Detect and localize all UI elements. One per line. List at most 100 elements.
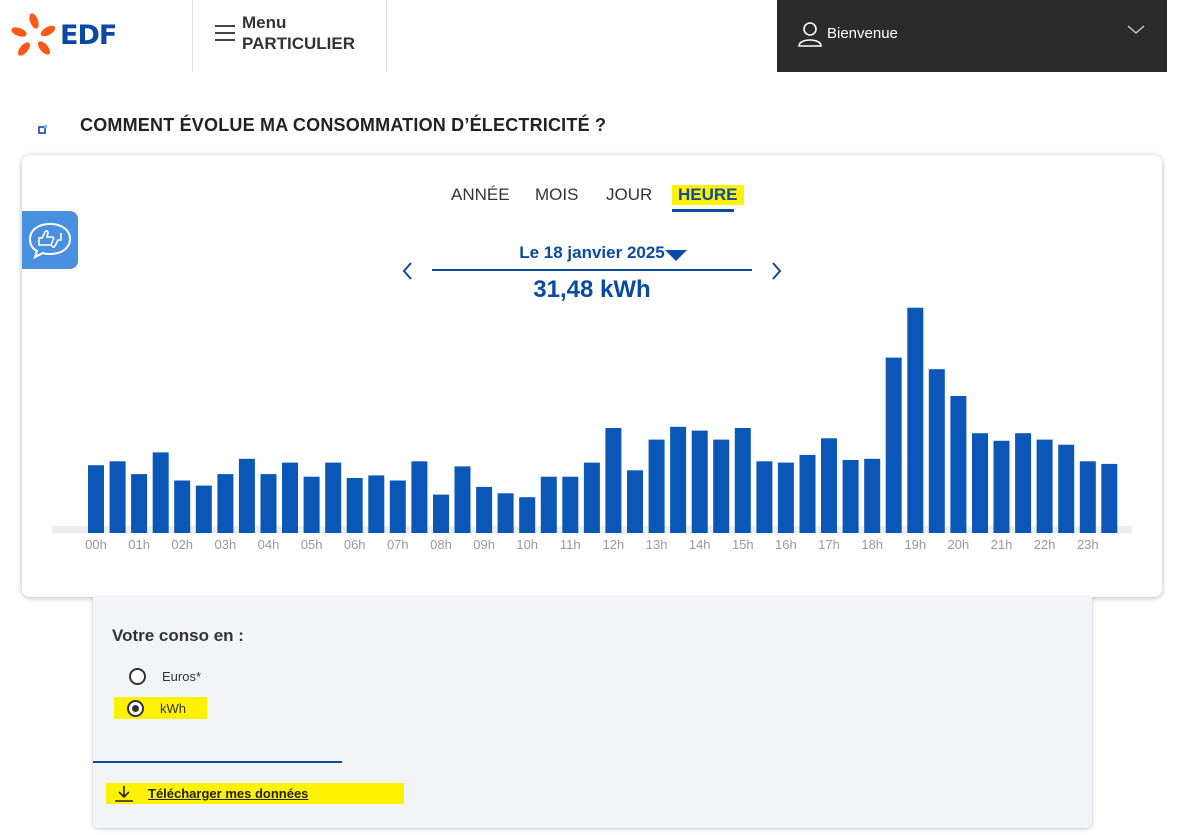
account-menu[interactable]: Bienvenue (777, 0, 1167, 72)
chart-bar[interactable] (734, 428, 751, 533)
chart-bar[interactable] (282, 462, 298, 533)
edf-logo-flower-icon (11, 13, 56, 56)
radio-euros-label: Euros* (162, 668, 202, 684)
x-tick-label: 14h (689, 537, 711, 552)
x-tick-label: 04h (258, 537, 280, 552)
chart-bar[interactable] (756, 461, 773, 533)
chart-bar[interactable] (174, 480, 191, 534)
x-tick-label: 16h (775, 537, 797, 552)
x-tick-label: 06h (344, 537, 366, 552)
chart-bar[interactable] (1015, 433, 1032, 533)
chart-bar[interactable] (540, 476, 557, 533)
edf-logo[interactable]: EDF (10, 10, 120, 60)
chart-bar[interactable] (799, 454, 816, 533)
chart-section-icon (38, 125, 47, 134)
x-tick-label: 10h (516, 537, 538, 552)
chart-bar[interactable] (260, 474, 277, 533)
chart-bar[interactable] (109, 461, 126, 533)
chart-bar[interactable] (88, 465, 104, 533)
account-label: Bienvenue (827, 25, 898, 42)
chart-bar[interactable] (1101, 463, 1118, 533)
x-tick-label: 18h (861, 537, 883, 552)
thumbs-feedback-icon (28, 222, 72, 259)
consumption-chart-card: ANNÉE MOIS JOUR HEURE Le 18 janvier 2025… (22, 155, 1162, 597)
page-title: COMMENT ÉVOLUE MA CONSOMMATION D’ÉLECTRI… (80, 115, 607, 135)
chevron-down-icon[interactable] (1127, 24, 1145, 36)
chart-bar[interactable] (238, 458, 255, 533)
chart-bar[interactable] (346, 478, 363, 533)
x-tick-label: 05h (301, 537, 323, 552)
chart-bar[interactable] (907, 307, 924, 533)
chart-bar[interactable] (195, 485, 212, 533)
chart-bar[interactable] (433, 494, 449, 533)
chart-bar[interactable] (842, 460, 859, 533)
chart-bar[interactable] (928, 369, 945, 533)
chart-bar[interactable] (152, 452, 169, 533)
unit-option-euros[interactable]: Euros* (116, 665, 201, 687)
download-data-link[interactable]: Télécharger mes données (106, 783, 404, 804)
chart-bar[interactable] (1079, 461, 1096, 533)
chart-bar[interactable] (605, 428, 622, 533)
chart-bar[interactable] (217, 474, 234, 533)
chart-bar[interactable] (562, 476, 579, 533)
x-tick-label: 07h (387, 537, 409, 552)
user-icon (798, 22, 822, 47)
chart-bar[interactable] (950, 396, 967, 533)
chart-bar[interactable] (303, 476, 320, 533)
x-tick-label: 02h (171, 537, 193, 552)
menu-sublabel: PARTICULIER (242, 34, 356, 53)
options-divider (93, 761, 342, 763)
download-label: Télécharger mes données (148, 786, 309, 801)
chart-bar[interactable] (691, 430, 708, 533)
radio-kwh-label: kWh (160, 700, 186, 716)
chart-bar[interactable] (389, 480, 406, 534)
feedback-button[interactable] (22, 211, 78, 269)
chart-bar[interactable] (497, 493, 514, 533)
x-tick-label: 08h (430, 537, 452, 552)
chart-bar[interactable] (583, 462, 600, 533)
chart-bar[interactable] (131, 474, 148, 533)
radio-kwh[interactable] (127, 699, 144, 717)
radio-euros[interactable] (129, 667, 146, 685)
site-header: EDF Menu PARTICULIER Bienvenue (0, 0, 1177, 72)
chart-bar[interactable] (454, 466, 471, 533)
chart-bar[interactable] (993, 440, 1010, 533)
x-tick-label: 00h (85, 537, 107, 552)
logo-text: EDF (60, 19, 117, 51)
chart-bar[interactable] (411, 461, 428, 533)
menu-label: Menu (242, 13, 287, 32)
chart-bar[interactable] (670, 426, 687, 533)
x-tick-label: 15h (732, 537, 754, 552)
chart-bar[interactable] (627, 470, 643, 533)
chart-bar[interactable] (368, 475, 385, 533)
chart-bar[interactable] (1058, 444, 1075, 533)
chart-bar[interactable] (821, 438, 837, 533)
menu-button[interactable]: Menu PARTICULIER (192, 0, 387, 72)
hourly-consumption-chart: 00h 01h 02h 03h 04h 05h 06h 07h 08h 09h 10h 11h 12h 1… (52, 307, 1132, 552)
chart-bar[interactable] (476, 486, 493, 533)
x-tick-label: 20h (948, 537, 970, 552)
x-tick-label: 13h (646, 537, 668, 552)
unit-options-title: Votre conso en : (112, 626, 244, 645)
chart-bar[interactable] (864, 458, 881, 533)
x-tick-label: 22h (1034, 537, 1056, 552)
chart-bar[interactable] (885, 357, 902, 533)
chart-bar[interactable] (713, 439, 730, 533)
chart-bar[interactable] (972, 433, 988, 533)
x-tick-label: 17h (818, 537, 840, 552)
chart-bar[interactable] (648, 439, 665, 533)
x-tick-label: 09h (473, 537, 495, 552)
x-tick-label: 19h (904, 537, 926, 552)
hamburger-icon (215, 25, 235, 41)
chart-bar[interactable] (325, 462, 342, 533)
chart-bar[interactable] (519, 497, 536, 533)
x-tick-label: 11h (560, 537, 581, 552)
download-icon (115, 785, 133, 802)
x-tick-label: 03h (215, 537, 237, 552)
chart-bar[interactable] (1036, 439, 1053, 533)
unit-options-panel: Votre conso en : Euros* kWh Télécharger … (93, 597, 1092, 828)
unit-option-kwh[interactable]: kWh (114, 697, 207, 719)
chart-bar[interactable] (777, 462, 794, 533)
x-tick-label: 01h (128, 537, 150, 552)
x-tick-label: 23h (1077, 537, 1099, 552)
